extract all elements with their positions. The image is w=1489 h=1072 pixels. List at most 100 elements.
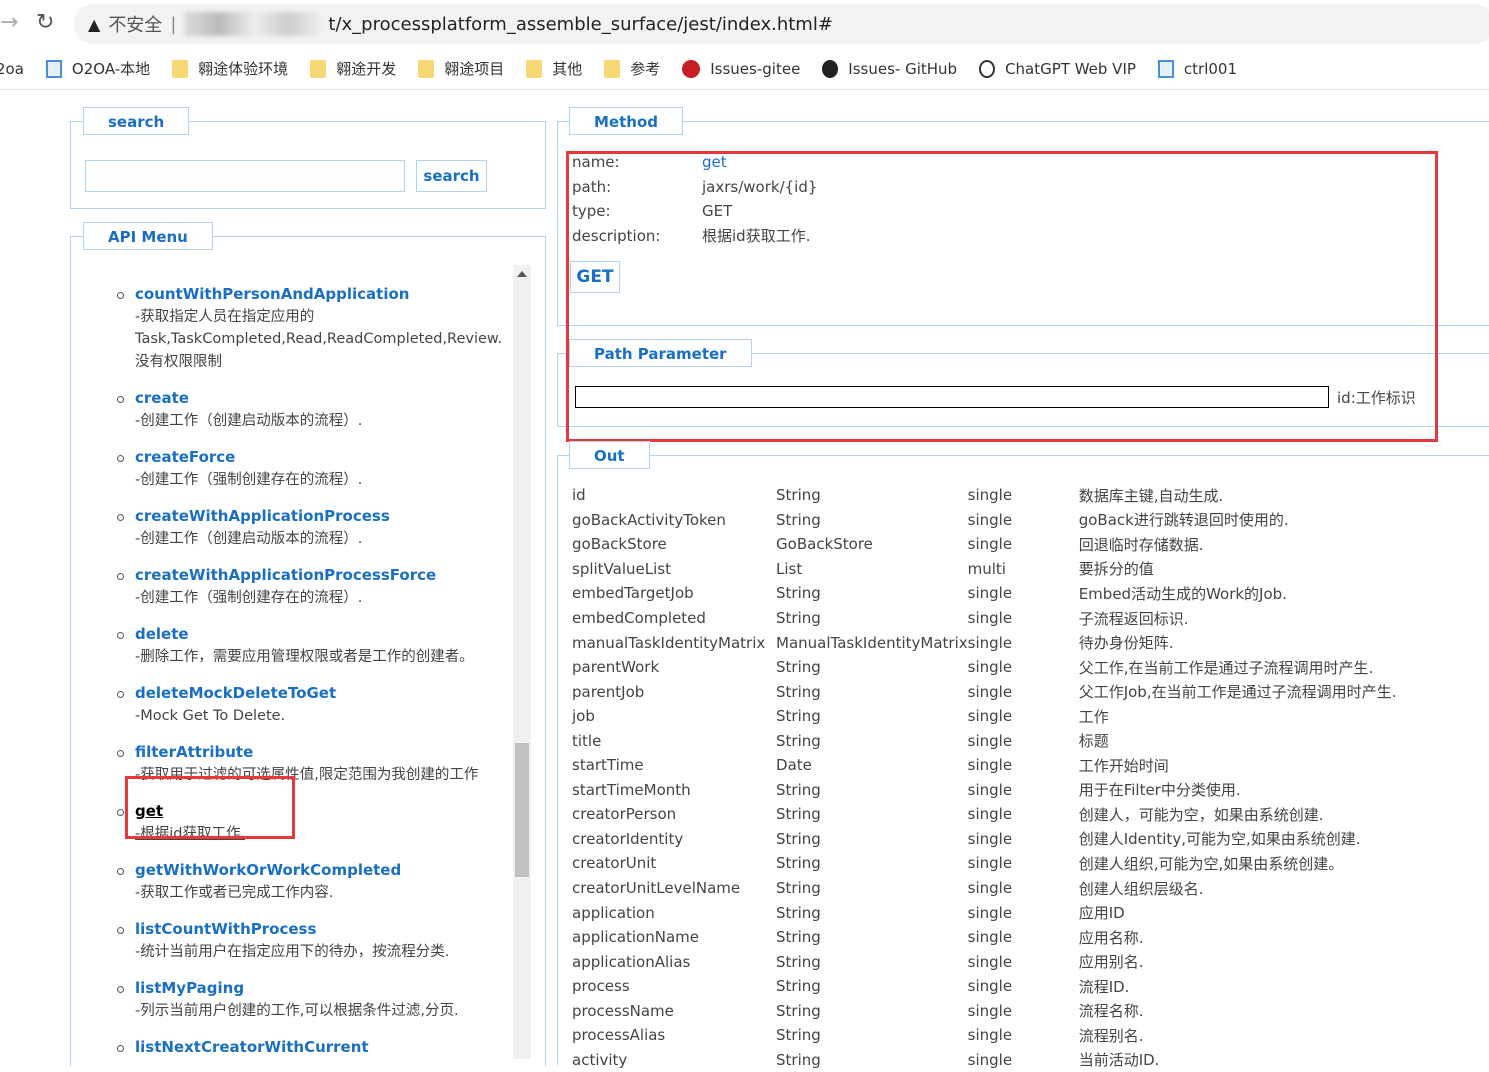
field-type: String (776, 510, 821, 529)
bookmark-label: 参考 (630, 60, 661, 78)
api-menu-item[interactable]: delete -删除工作，需要应用管理权限或者是工作的创建者。 (117, 623, 512, 668)
bookmark-label: 翱途体验环境 (198, 60, 289, 78)
field-name: processName (572, 1001, 674, 1020)
url-text: t/x_processplatform_assemble_surface/jes… (328, 13, 833, 35)
field-multiplicity: single (967, 535, 1013, 554)
api-menu-list: countWithPersonAndApplication -获取指定人员在指定应… (80, 265, 512, 1059)
api-name-link[interactable]: deleteMockDeleteToGet (135, 682, 512, 705)
bookmark-item[interactable]: ChatGPT Web VIP (979, 59, 1136, 78)
field-name: embedCompleted (572, 609, 706, 627)
search-button[interactable]: search (416, 160, 487, 192)
bookmark-item[interactable]: 参考 (604, 58, 660, 79)
api-name-link[interactable]: listMyPaging (135, 977, 512, 1000)
api-menu-item[interactable]: getWithWorkOrWorkCompleted -获取工作或者已完成工作内容… (117, 859, 512, 904)
field-description: 流程别名. (1078, 1026, 1144, 1045)
chatgpt-icon (979, 59, 996, 78)
folder-icon (418, 59, 435, 78)
api-name-link[interactable]: filterAttribute (135, 741, 512, 764)
field-type: GoBackStore (776, 535, 873, 554)
field-type: String (776, 682, 821, 701)
scroll-up-icon[interactable] (517, 271, 527, 277)
bookmark-label: Issues- GitHub (848, 59, 958, 78)
field-multiplicity: single (967, 977, 1013, 996)
bookmark-label: Issues-gitee (710, 59, 801, 78)
field-type: String (776, 1001, 821, 1020)
bookmark-label: 翱途开发 (336, 60, 397, 78)
warning-icon: ▲ (88, 14, 101, 34)
bookmark-item[interactable]: 其他 (526, 58, 582, 79)
table-row: goBackStore GoBackStore single 回退临时存储数据. (572, 532, 1472, 557)
api-name-link[interactable]: getWithWorkOrWorkCompleted (135, 859, 512, 882)
api-name-link[interactable]: create (135, 387, 512, 410)
blurred-host (184, 12, 325, 36)
api-name-link[interactable]: delete (135, 623, 512, 646)
field-type: List (776, 559, 803, 578)
reload-icon[interactable]: ↻ (36, 10, 54, 35)
api-menu-item[interactable]: countWithPersonAndApplication -获取指定人员在指定应… (117, 283, 512, 373)
field-multiplicity: single (967, 682, 1013, 701)
table-row: splitValueList List multi 要拆分的值 (572, 557, 1472, 582)
table-row: embedCompleted String single 子流程返回标识. (572, 606, 1472, 631)
field-name: processAlias (572, 1026, 666, 1045)
address-bar[interactable]: ▲ 不安全 | t/x_processplatform_assemble_sur… (74, 4, 1489, 44)
field-description: Embed活动生成的Work的Job. (1078, 584, 1287, 603)
field-multiplicity: single (967, 1050, 1013, 1069)
field-description: 应用名称. (1078, 928, 1144, 947)
field-description: 待办身份矩阵. (1078, 634, 1174, 653)
table-row: embedTargetJob String single Embed活动生成的Work… (572, 581, 1472, 606)
field-name: goBackActivityToken (572, 510, 726, 529)
field-description: 用于在Filter中分类使用. (1078, 781, 1241, 800)
bookmark-item[interactable]: ctrl001 (1157, 59, 1237, 78)
bookmark-item[interactable]: O2OA-本地 (45, 58, 150, 79)
table-row: processName String single 流程名称. (572, 998, 1472, 1023)
scrollbar[interactable] (513, 265, 531, 1059)
api-description: -Mock Get To Delete. (135, 707, 286, 724)
api-menu-item[interactable]: create -创建工作（创建启动版本的流程）. (117, 387, 512, 432)
api-description: -统计当前用户在指定应用下的待办，按流程分类. (135, 943, 450, 960)
api-menu-item[interactable]: listNextCreatorWithCurrent-列示当前用户创建的Work… (117, 1036, 512, 1059)
api-name-link[interactable]: createForce (135, 446, 512, 469)
api-menu-item[interactable]: createForce -创建工作（强制创建存在的流程）. (117, 446, 512, 491)
table-row: applicationAlias String single 应用别名. (572, 949, 1472, 974)
field-type: Date (776, 756, 812, 775)
api-menu-item[interactable]: listCountWithProcess -统计当前用户在指定应用下的待办，按流程… (117, 918, 512, 963)
api-name-link[interactable]: countWithPersonAndApplication (135, 283, 512, 306)
field-multiplicity: single (967, 829, 1013, 848)
api-name-link[interactable]: createWithApplicationProcessForce (135, 564, 512, 587)
bookmark-item[interactable]: 翱途体验环境 (172, 58, 288, 79)
highlight-box (125, 776, 295, 839)
api-menu-item[interactable]: createWithApplicationProcess -创建工作（创建启动版本… (117, 505, 512, 550)
bookmark-item[interactable]: 翱途开发 (310, 58, 396, 79)
api-description: -创建工作（创建启动版本的流程）. (135, 412, 363, 429)
field-description: 子流程返回标识. (1078, 609, 1189, 628)
table-row: creatorUnitLevelName String single 创建人组织层级名… (572, 876, 1472, 901)
field-type: String (776, 658, 821, 677)
forward-icon[interactable]: → (0, 10, 18, 35)
search-input[interactable] (85, 160, 405, 192)
field-description: 流程名称. (1078, 1002, 1144, 1021)
api-name-link[interactable]: listCountWithProcess (135, 918, 512, 941)
api-menu-item[interactable]: createWithApplicationProcessForce -创建工作（强… (117, 564, 512, 609)
bookmark-item[interactable]: 翱途项目 (418, 58, 504, 79)
field-description: 回退临时存储数据. (1078, 535, 1204, 554)
insecure-label: 不安全 (108, 15, 163, 36)
field-multiplicity: single (967, 805, 1013, 824)
api-name-link[interactable]: createWithApplicationProcess (135, 505, 512, 528)
api-description: -创建工作（强制创建存在的流程）. (135, 589, 363, 606)
scroll-thumb[interactable] (515, 743, 529, 877)
bookmark-item[interactable]: Issues-gitee (682, 59, 801, 78)
field-type: String (776, 928, 821, 947)
table-row: manualTaskIdentityMatrix ManualTaskIdenti… (572, 630, 1472, 655)
field-description: 标题 (1078, 732, 1109, 751)
api-name-link[interactable]: listNextCreatorWithCurrent (135, 1036, 512, 1059)
field-type: String (776, 952, 821, 971)
bookmark-item[interactable]: Issues- GitHub (822, 59, 958, 78)
field-type: String (776, 486, 821, 505)
field-name: creatorPerson (572, 805, 677, 824)
bookmark-item[interactable]: 2oa (0, 60, 24, 78)
page-icon (45, 59, 62, 78)
api-menu-item[interactable]: deleteMockDeleteToGet -Mock Get To Delete… (117, 682, 512, 727)
api-menu-item[interactable]: listMyPaging -列示当前用户创建的工作,可以根据条件过滤,分页. (117, 977, 512, 1022)
api-description: -获取指定人员在指定应用的 Task,TaskCompleted,Read,Re… (135, 308, 503, 370)
table-row: startTimeMonth String single 用于在Filter中分类使用… (572, 778, 1472, 803)
